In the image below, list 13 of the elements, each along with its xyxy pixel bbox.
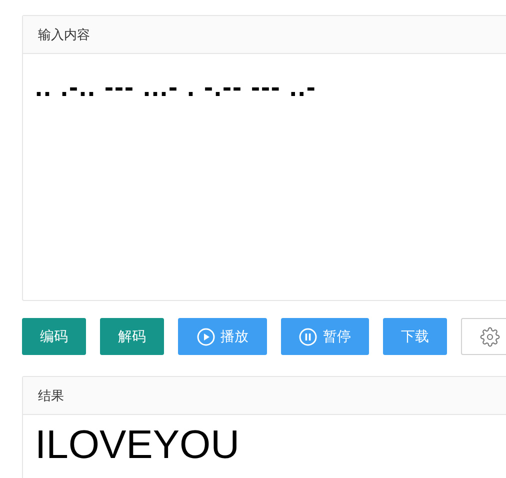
result-text: ILOVEYOU — [34, 422, 241, 469]
pause-icon — [299, 328, 317, 346]
download-button[interactable]: 下载 — [383, 318, 447, 355]
settings-icon — [480, 326, 500, 346]
settings-button[interactable] — [461, 318, 506, 355]
panel-title: 结果 — [38, 388, 64, 404]
pause-button[interactable]: 暂停 — [281, 318, 369, 355]
panel-title: 输入内容 — [38, 26, 90, 44]
encode-button[interactable]: 编码 — [22, 318, 86, 355]
input-field[interactable]: .. .-.. --- ...- . -.-- --- ..- — [23, 54, 506, 300]
decode-button[interactable]: 解码 — [100, 318, 164, 355]
play-button[interactable]: 播放 — [178, 318, 267, 355]
play-icon — [196, 328, 214, 346]
